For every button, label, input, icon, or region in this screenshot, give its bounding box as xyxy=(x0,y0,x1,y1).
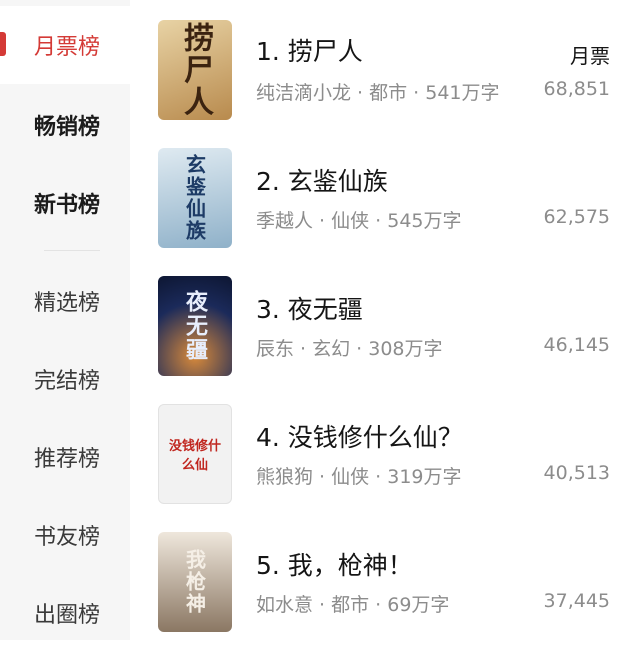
sidebar: 月票榜 畅销榜 新书榜 精选榜 完结榜 推荐榜 书友榜 出圈榜 xyxy=(0,0,130,640)
cover-title: 我枪神 xyxy=(182,549,207,615)
ticket-count: 68,851 xyxy=(543,78,610,100)
book-title: 2. 玄鉴仙族 xyxy=(256,167,388,196)
ticket-count: 37,445 xyxy=(543,590,610,612)
sidebar-item-bestseller[interactable]: 畅销榜 xyxy=(0,86,130,164)
sidebar-item-label: 推荐榜 xyxy=(34,447,101,472)
sidebar-item-monthly-ticket[interactable]: 月票榜 xyxy=(0,6,130,84)
book-cover: 捞尸人 xyxy=(158,20,232,120)
list-item[interactable]: 捞尸人 1. 捞尸人 纯洁滴小龙 · 都市 · 541万字 68,851 xyxy=(130,18,640,146)
book-title: 3. 夜无疆 xyxy=(256,295,363,324)
book-cover: 夜无疆 xyxy=(158,276,232,376)
book-meta: 辰东 · 玄幻 · 308万字 xyxy=(256,338,443,360)
sidebar-item-breakout[interactable]: 出圈榜 xyxy=(0,574,130,652)
sidebar-item-label: 精选榜 xyxy=(34,291,101,316)
book-cover: 玄鉴仙族 xyxy=(158,148,232,248)
ticket-count: 46,145 xyxy=(543,334,610,356)
ticket-count: 40,513 xyxy=(543,462,610,484)
book-meta: 熊狼狗 · 仙侠 · 319万字 xyxy=(256,466,462,488)
sidebar-item-new-books[interactable]: 新书榜 xyxy=(0,164,130,242)
sidebar-item-completed[interactable]: 完结榜 xyxy=(0,340,130,418)
sidebar-item-label: 畅销榜 xyxy=(34,115,101,140)
sidebar-item-readers[interactable]: 书友榜 xyxy=(0,496,130,574)
book-meta: 纯洁滴小龙 · 都市 · 541万字 xyxy=(256,82,500,104)
sidebar-item-selected[interactable]: 精选榜 xyxy=(0,262,130,340)
book-cover: 没钱修什么仙 xyxy=(158,404,232,504)
sidebar-item-label: 新书榜 xyxy=(34,193,101,218)
book-title: 5. 我，枪神！ xyxy=(256,551,413,580)
sidebar-item-label: 出圈榜 xyxy=(34,603,101,628)
book-title: 1. 捞尸人 xyxy=(256,37,363,66)
list-item[interactable]: 没钱修什么仙 4. 没钱修什么仙？ 熊狼狗 · 仙侠 · 319万字 40,51… xyxy=(130,402,640,530)
cover-title: 夜无疆 xyxy=(182,290,208,362)
cover-title: 捞尸人 xyxy=(178,22,213,118)
ticket-count: 62,575 xyxy=(543,206,610,228)
book-meta: 如水意 · 都市 · 69万字 xyxy=(256,594,450,616)
list-item[interactable]: 夜无疆 3. 夜无疆 辰东 · 玄幻 · 308万字 46,145 xyxy=(130,274,640,402)
book-cover: 我枪神 xyxy=(158,532,232,632)
sidebar-item-recommended[interactable]: 推荐榜 xyxy=(0,418,130,496)
list-item[interactable]: 我枪神 5. 我，枪神！ 如水意 · 都市 · 69万字 37,445 xyxy=(130,530,640,658)
sidebar-item-label: 完结榜 xyxy=(34,369,101,394)
sidebar-divider xyxy=(44,250,100,251)
cover-title: 玄鉴仙族 xyxy=(182,154,207,242)
ranking-list: 月票 捞尸人 1. 捞尸人 纯洁滴小龙 · 都市 · 541万字 68,851 … xyxy=(130,0,640,640)
book-title: 4. 没钱修什么仙？ xyxy=(256,423,463,452)
active-indicator xyxy=(0,32,6,56)
sidebar-item-label: 月票榜 xyxy=(34,35,101,60)
book-meta: 季越人 · 仙侠 · 545万字 xyxy=(256,210,462,232)
cover-title: 没钱修什么仙 xyxy=(168,439,221,473)
list-item[interactable]: 玄鉴仙族 2. 玄鉴仙族 季越人 · 仙侠 · 545万字 62,575 xyxy=(130,146,640,274)
sidebar-item-label: 书友榜 xyxy=(34,525,101,550)
